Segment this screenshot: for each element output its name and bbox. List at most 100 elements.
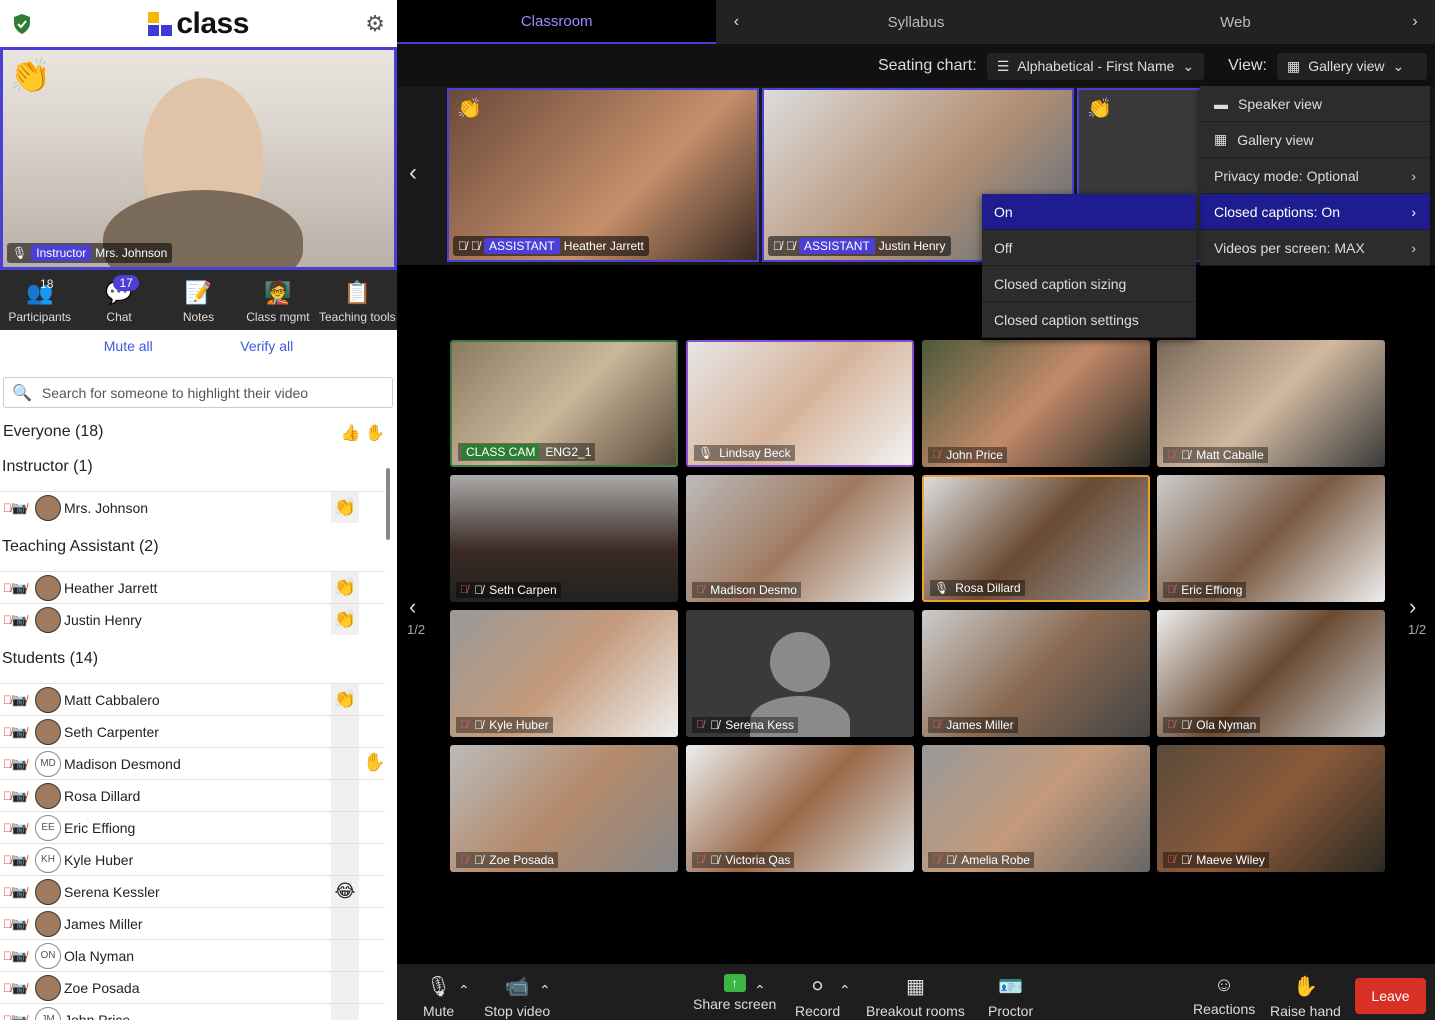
video-off-icon: 👁̸ <box>710 718 720 732</box>
menu-gallery-view[interactable]: ▦ Gallery view <box>1200 122 1430 158</box>
avatar: ON <box>35 942 61 969</box>
tile-label: 🎙̸ Madison Desmo <box>692 582 801 598</box>
chevron-right-icon[interactable]: › <box>1395 0 1435 44</box>
instructor-label: 🎙 Instructor Mrs. Johnson <box>7 243 173 263</box>
tile-label: 🎙̸ 👁̸ Zoe Posada <box>456 852 558 868</box>
role-badge: Instructor <box>31 245 92 261</box>
grid-tile[interactable]: 🎙̸ 👁̸ Ola Nyman <box>1157 610 1385 737</box>
grid-tile[interactable]: 🎙̸ 👁̸ Victoria Qas <box>686 745 914 872</box>
proctor-button[interactable]: 🪪 Proctor <box>988 974 1033 1019</box>
strip-video-heather[interactable]: 👏 🎙̸ 👁̸ ASSISTANT Heather Jarrett <box>447 88 759 262</box>
chevron-left-icon[interactable]: ‹ <box>409 594 416 620</box>
menu-videos-per-screen[interactable]: Videos per screen: MAX › <box>1200 230 1430 266</box>
tool-participants[interactable]: 18 👥 Participants <box>0 270 79 330</box>
chevron-up-icon[interactable]: ⌃ <box>458 982 470 999</box>
role-badge: ASSISTANT <box>799 238 875 254</box>
chevron-right-icon[interactable]: › <box>1409 594 1416 620</box>
mic-off-icon: 🎙̸ <box>932 719 941 731</box>
grid-tile[interactable]: 🎙̸ James Miller <box>922 610 1150 737</box>
list-item[interactable]: 🎙̸📷̸ Seth Carpenter <box>0 715 385 747</box>
grid-tile[interactable]: 🎙̸ 👁̸ Seth Carpen <box>450 475 678 602</box>
hand-icon[interactable]: ✋ <box>365 425 385 442</box>
reactions-button[interactable]: ☺ Reactions <box>1193 974 1255 1017</box>
participant-name: Justin Henry <box>64 611 142 628</box>
grid-tile[interactable]: CLASS CAM ENG2_1 <box>450 340 678 467</box>
logo-text: class <box>176 6 249 40</box>
video-off-icon: 👁̸ <box>1181 853 1191 867</box>
tile-label: 🎙̸ John Price <box>928 447 1007 463</box>
menu-speaker-view[interactable]: ▬ Speaker view <box>1200 86 1430 122</box>
speaker-view-icon: ▬ <box>1214 95 1228 112</box>
chevron-left-icon[interactable]: ‹ <box>409 159 417 187</box>
list-item[interactable]: 🎙̸📷̸ Justin Henry 👏 <box>0 603 385 635</box>
chevron-down-icon: ⌄ <box>1392 57 1405 74</box>
grid-tile[interactable]: 🎙̸ Eric Effiong <box>1157 475 1385 602</box>
tool-class-mgmt[interactable]: 🧑‍🏫 Class mgmt <box>238 270 317 330</box>
grid-tile[interactable]: 🎙̸ 👁̸ Kyle Huber <box>450 610 678 737</box>
shield-check-icon[interactable] <box>12 13 32 35</box>
role-badge: ASSISTANT <box>484 238 560 254</box>
thumbs-up-icon[interactable]: 👍 <box>341 425 361 442</box>
chevron-up-icon[interactable]: ⌃ <box>754 982 766 999</box>
mute-button[interactable]: 🎙 Mute <box>423 974 454 1019</box>
verify-all-link[interactable]: Verify all <box>240 338 293 354</box>
leave-button[interactable]: Leave <box>1355 978 1426 1014</box>
tab-classroom[interactable]: Classroom <box>397 0 717 44</box>
list-item[interactable]: 🎙̸📷̸ Serena Kessler 😂 <box>0 875 385 907</box>
grid-tile[interactable]: 🎙 Rosa Dillard <box>922 475 1150 602</box>
breakout-rooms-button[interactable]: ▦ Breakout rooms <box>866 974 965 1019</box>
list-item[interactable]: 🎙̸📷̸ Mrs. Johnson 👏 <box>0 491 385 523</box>
list-item[interactable]: 🎙̸📷̸ James Miller <box>0 907 385 939</box>
tool-chat[interactable]: 17 💬 Chat <box>79 270 158 330</box>
raise-hand-button[interactable]: ✋ Raise hand <box>1270 974 1341 1019</box>
record-button[interactable]: ⚪ Record <box>795 974 840 1019</box>
list-item[interactable]: 🎙̸📷̸ EE Eric Effiong <box>0 811 385 843</box>
instructor-video-tile[interactable]: 👏 🎙 Instructor Mrs. Johnson <box>0 47 397 270</box>
avatar <box>35 574 61 601</box>
grid-tile[interactable]: 🎙̸ Madison Desmo <box>686 475 914 602</box>
tool-notes[interactable]: 📝 Notes <box>159 270 238 330</box>
seating-chart-select[interactable]: ☰ Alphabetical - First Name ⌄ <box>986 52 1205 80</box>
mute-all-link[interactable]: Mute all <box>104 338 153 354</box>
list-scrollbar[interactable] <box>386 468 390 540</box>
grid-tile[interactable]: 🎙̸ 👁̸ Zoe Posada <box>450 745 678 872</box>
grid-tile[interactable]: 🎙 Lindsay Beck <box>686 340 914 467</box>
search-input[interactable]: Search for someone to highlight their vi… <box>42 385 308 401</box>
caption-off[interactable]: Off <box>982 230 1196 266</box>
caption-settings[interactable]: Closed caption settings <box>982 302 1196 338</box>
chevron-left-icon[interactable]: ‹ <box>716 0 756 44</box>
list-item[interactable]: 🎙̸📷̸ KH Kyle Huber <box>0 843 385 875</box>
list-item[interactable]: 🎙̸📷̸ ON Ola Nyman <box>0 939 385 971</box>
chevron-up-icon[interactable]: ⌃ <box>539 982 551 999</box>
participant-name: Eric Effiong <box>64 819 136 836</box>
tile-label: 🎙̸ 👁̸ Seth Carpen <box>456 582 561 598</box>
list-item[interactable]: 🎙̸📷̸ Heather Jarrett 👏 <box>0 571 385 603</box>
tab-web[interactable]: Web <box>1076 0 1395 44</box>
grid-tile[interactable]: 🎙̸ 👁̸ Matt Caballe <box>1157 340 1385 467</box>
view-label: View: <box>1228 57 1267 74</box>
avatar <box>35 910 61 937</box>
avatar <box>35 606 61 633</box>
tab-syllabus[interactable]: Syllabus <box>756 0 1075 44</box>
list-item[interactable]: 🎙̸📷̸ MD Madison Desmond ✋ <box>0 747 385 779</box>
participant-search[interactable]: 🔍 Search for someone to highlight their … <box>3 377 393 408</box>
grid-tile[interactable]: 🎙̸ 👁̸ Serena Kess <box>686 610 914 737</box>
gear-icon[interactable]: ⚙ <box>365 11 385 37</box>
avatar: MD <box>35 750 61 777</box>
grid-tile[interactable]: 🎙̸ 👁̸ Maeve Wiley <box>1157 745 1385 872</box>
caption-on[interactable]: On <box>982 194 1196 230</box>
menu-closed-captions[interactable]: Closed captions: On › <box>1200 194 1430 230</box>
tool-teaching-tools[interactable]: 📋 Teaching tools <box>318 270 397 330</box>
list-item[interactable]: 🎙̸📷̸ Matt Cabbalero 👏 <box>0 683 385 715</box>
mic-off-icon: 🎙̸ <box>932 854 941 866</box>
view-select[interactable]: ▦ Gallery view ⌄ <box>1277 52 1427 80</box>
grid-tile[interactable]: 🎙̸ 👁̸ Amelia Robe <box>922 745 1150 872</box>
caption-sizing[interactable]: Closed caption sizing <box>982 266 1196 302</box>
list-item[interactable]: 🎙̸📷̸ JM John Price <box>0 1003 385 1020</box>
chevron-up-icon[interactable]: ⌃ <box>839 982 851 999</box>
list-item[interactable]: 🎙̸📷̸ Zoe Posada <box>0 971 385 1003</box>
list-item[interactable]: 🎙̸📷̸ Rosa Dillard <box>0 779 385 811</box>
clap-reaction-icon: 👏 <box>331 492 359 523</box>
grid-tile[interactable]: 🎙̸ John Price <box>922 340 1150 467</box>
menu-privacy-mode[interactable]: Privacy mode: Optional › <box>1200 158 1430 194</box>
